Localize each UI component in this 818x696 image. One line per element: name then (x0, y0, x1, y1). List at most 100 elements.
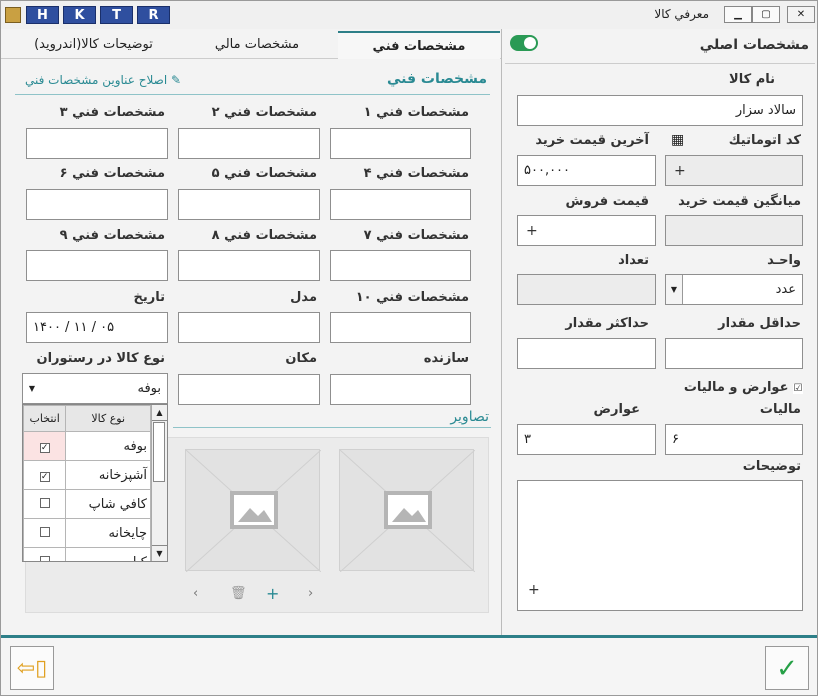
edit-titles-text: اصلاح عناوين مشخصات فني (25, 73, 168, 87)
row-checkbox[interactable]: ✓ (39, 442, 50, 453)
place-field[interactable] (178, 374, 320, 405)
date-label: تاريخ (133, 290, 166, 305)
main-toggle[interactable] (510, 35, 538, 51)
col-type-header: نوع كالا (65, 405, 151, 432)
tech-field-3[interactable] (26, 128, 168, 159)
tax-checkbox-label[interactable]: ☑ عوارض و ماليات (684, 380, 803, 395)
divider (505, 63, 815, 64)
tech-field-1[interactable] (330, 128, 471, 159)
divider (173, 427, 491, 428)
tech-field-4[interactable] (330, 189, 471, 220)
tech-label-5: مشخصات فني ۵ (211, 166, 317, 181)
minimize-button[interactable]: ▁ (724, 6, 752, 23)
tax-check-text: عوارض و ماليات (683, 380, 789, 395)
name-label: نام كالا (729, 72, 775, 87)
chevron-down-icon[interactable]: ▼ (23, 374, 41, 403)
maximize-button[interactable]: ▢ (752, 6, 780, 23)
unit-label: واحـد (767, 253, 801, 268)
dropdown-row[interactable]: كبا.. (23, 547, 151, 561)
model-field[interactable] (178, 312, 320, 343)
count-field (517, 274, 656, 305)
tech-label-4: مشخصات فني ۴ (363, 166, 469, 181)
scroll-thumb[interactable] (153, 422, 165, 482)
edit-titles-link[interactable]: ✎ اصلاح عناوين مشخصات فني (25, 73, 181, 87)
close-button[interactable]: ✕ (787, 6, 815, 23)
tech-field-8[interactable] (178, 250, 320, 281)
maker-field[interactable] (330, 374, 471, 405)
sell-price-field[interactable]: + (517, 215, 656, 246)
tax-checkbox[interactable]: ☑ (793, 384, 803, 394)
tech-field-9[interactable] (26, 250, 168, 281)
exit-button[interactable]: ⇦▯ (10, 646, 54, 690)
name-field[interactable]: سالاد سزار (517, 95, 803, 126)
min-field[interactable] (665, 338, 803, 369)
tech-label-9: مشخصات فني ۹ (59, 228, 165, 243)
toll-field[interactable]: ۳ (517, 424, 656, 455)
count-label: تعداد (618, 253, 649, 268)
tab-technical[interactable]: مشخصات فني (338, 31, 500, 59)
tech-field-10[interactable] (330, 312, 471, 343)
dropdown-row[interactable]: چايخانه (23, 518, 151, 548)
row-checkbox[interactable] (39, 555, 50, 561)
hotkey-h-button[interactable]: H (26, 6, 59, 24)
image-placeholder-icon (186, 450, 321, 572)
desc-field[interactable]: + (517, 480, 803, 611)
row-name: كبا.. (65, 547, 151, 561)
barcode-icon[interactable]: ▦ (671, 132, 684, 148)
hotkey-r-button[interactable]: R (137, 6, 170, 24)
confirm-button[interactable]: ✓ (765, 646, 809, 690)
tech-label-8: مشخصات فني ۸ (211, 228, 317, 243)
type-dropdown[interactable]: انتخاب نوع كالا ✓ بوفه ✓ آشپزخانه كافي شاپ … (22, 404, 168, 562)
bottom-bar: ⇦▯ ✓ (1, 635, 817, 695)
app-icon (5, 7, 21, 23)
unit-select[interactable]: عدد ▼ (665, 274, 803, 305)
dropdown-row[interactable]: ✓ آشپزخانه (23, 460, 151, 490)
trash-icon[interactable]: 🗑 (230, 586, 247, 601)
maker-label: سازنده (423, 351, 469, 366)
tax-field[interactable]: ۶ (665, 424, 803, 455)
autocode-label: كد اتوماتيك (728, 133, 801, 148)
row-checkbox[interactable]: ✓ (39, 471, 50, 482)
tech-field-6[interactable] (26, 189, 168, 220)
sell-price-plus[interactable]: + (526, 220, 538, 243)
tech-field-2[interactable] (178, 128, 320, 159)
avg-price-label: ميانگين قيمت خريد (678, 194, 801, 209)
pencil-icon: ✎ (171, 73, 182, 87)
tech-field-7[interactable] (330, 250, 471, 281)
tech-field-5[interactable] (178, 189, 320, 220)
toll-label: عوارض (593, 402, 640, 417)
row-name: كافي شاپ (65, 489, 151, 519)
images-label: تصاوير (450, 409, 489, 425)
max-field[interactable] (517, 338, 656, 369)
tax-label: ماليات (759, 402, 801, 417)
row-checkbox[interactable] (39, 526, 50, 537)
hotkey-t-button[interactable]: T (100, 6, 133, 24)
type-label: نوع كالا در رستوران (36, 351, 165, 366)
row-checkbox[interactable] (39, 497, 50, 508)
dropdown-row[interactable]: كافي شاپ (23, 489, 151, 519)
dropdown-scrollbar[interactable]: ▲ ▼ (151, 405, 167, 561)
type-select[interactable]: بوفه ▼ (22, 373, 168, 404)
last-price-field[interactable]: ۵۰۰,۰۰۰ (517, 155, 656, 186)
tab-financial[interactable]: مشخصات مالي (176, 31, 338, 59)
desc-plus[interactable]: + (528, 579, 540, 602)
col-select-header: انتخاب (23, 405, 67, 432)
tech-label-1: مشخصات فني ۱ (363, 105, 469, 120)
add-image-icon[interactable]: + (266, 584, 279, 603)
window: H K T R معرفي كالا ▁ ▢ ✕ مشخصات فني مشخص… (0, 0, 818, 696)
autocode-field[interactable]: + (665, 155, 803, 186)
dropdown-row[interactable]: ✓ بوفه (23, 431, 151, 461)
pane-divider (501, 29, 502, 635)
scroll-up-icon[interactable]: ▲ (152, 405, 167, 421)
image-slot-2[interactable] (185, 449, 321, 572)
exit-door-icon: ⇦▯ (16, 656, 48, 681)
tab-android-desc[interactable]: توضيحات كالا(اندرويد) (11, 31, 176, 59)
chevron-down-icon[interactable]: ▼ (666, 275, 683, 304)
scroll-down-icon[interactable]: ▼ (152, 545, 167, 561)
prev-arrow-icon[interactable]: ‹ (193, 586, 198, 601)
desc-label: توضيحات (742, 459, 801, 474)
date-field[interactable]: ۱۴۰۰ / ۱۱ / ۰۵ (26, 312, 168, 343)
image-slot-1[interactable] (339, 449, 475, 572)
hotkey-k-button[interactable]: K (63, 6, 96, 24)
next-arrow-icon[interactable]: › (308, 586, 313, 601)
